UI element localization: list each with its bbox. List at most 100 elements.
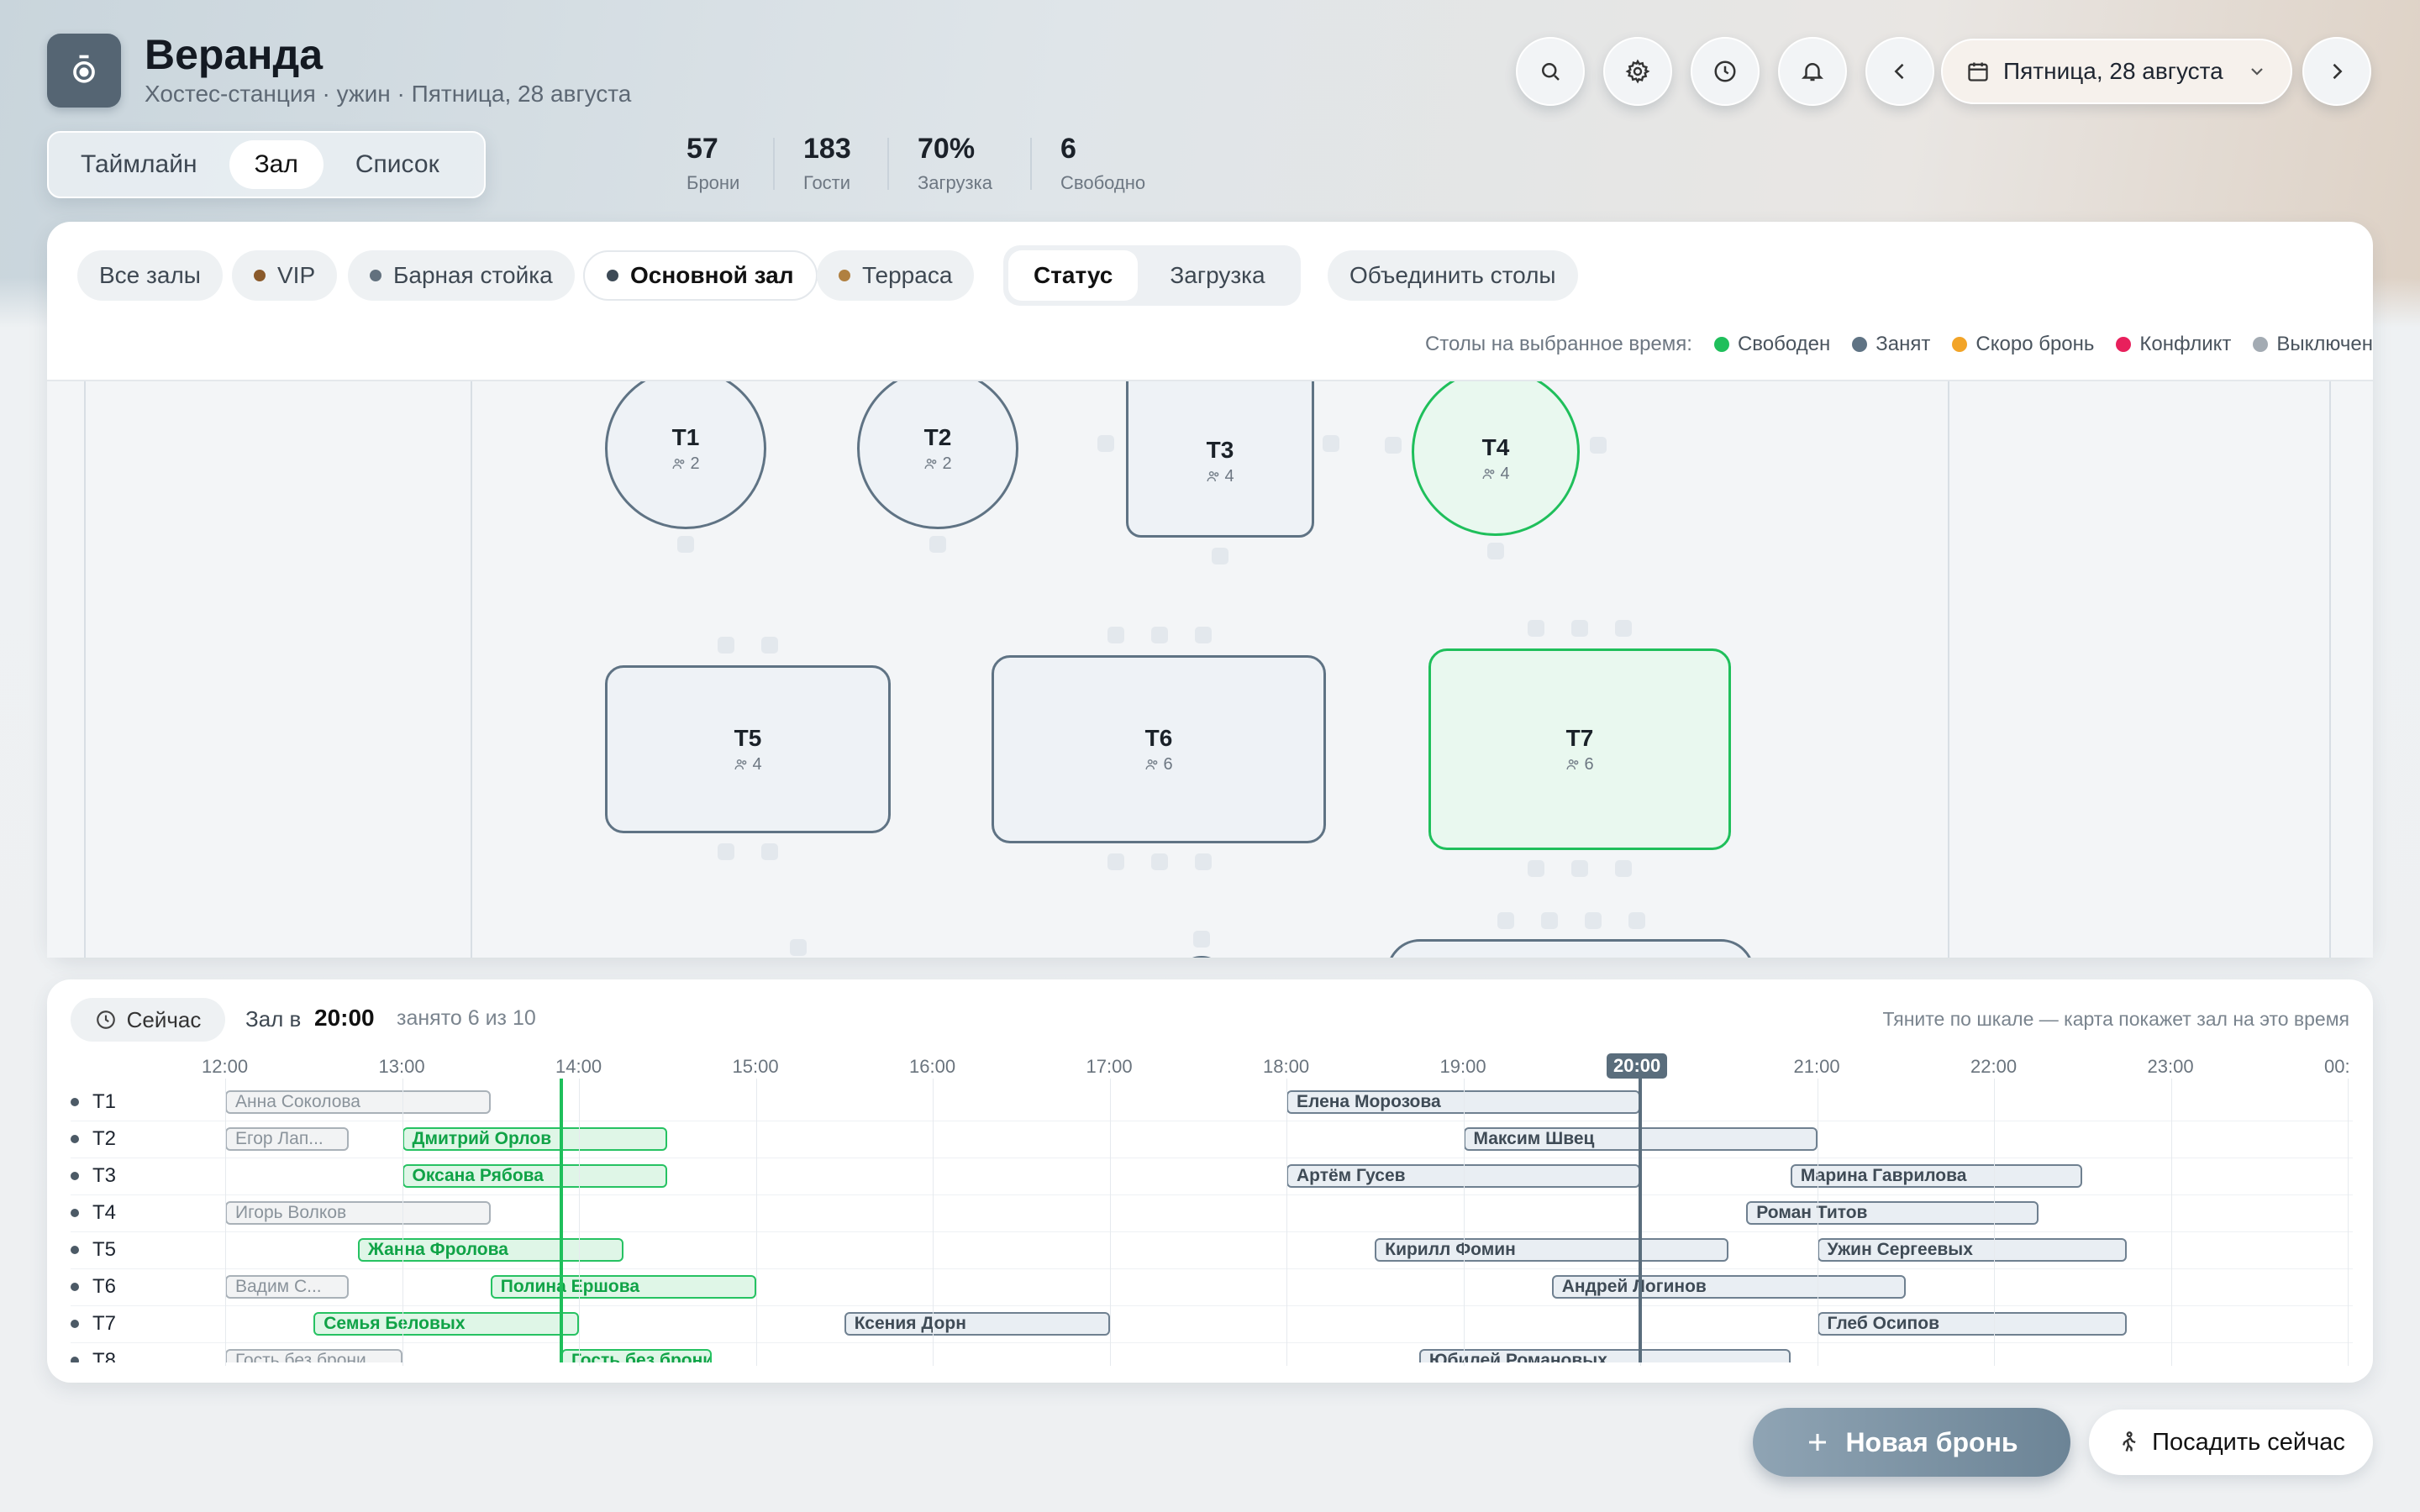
stat-value: 183 — [803, 133, 851, 165]
chip-vip[interactable]: VIP — [232, 250, 338, 301]
table-capacity: 2 — [923, 454, 952, 474]
capacity-value: 4 — [752, 754, 762, 774]
legend-dot — [2116, 337, 2132, 352]
table-name: T1 — [671, 423, 700, 450]
legend-label: Скоро бронь — [1975, 333, 2095, 355]
chevron-left-icon — [1894, 63, 1904, 80]
seat — [761, 637, 778, 654]
seat-now-button[interactable]: Посадить сейчас — [2089, 1410, 2373, 1475]
legend-label: Выключен — [2276, 333, 2373, 355]
hall-dot — [839, 270, 850, 281]
table-t2[interactable]: T2 2 — [857, 381, 1018, 529]
table-capacity: 4 — [1481, 465, 1510, 484]
seat — [1151, 627, 1168, 643]
seat — [790, 939, 807, 956]
bell-icon — [1801, 63, 1824, 81]
table-t6[interactable]: T6 6 — [992, 655, 1326, 843]
guests-icon — [672, 459, 685, 470]
hall-dot — [370, 270, 381, 281]
seat — [1528, 860, 1544, 877]
page-subtitle: Хостес-станция · ужин · Пятница, 28 авгу… — [145, 81, 632, 107]
guests-icon — [1482, 469, 1495, 480]
stat-label: Загрузка — [918, 172, 992, 193]
new-booking-label: Новая бронь — [1845, 1426, 2018, 1457]
legend-label: Конфликт — [2139, 333, 2232, 355]
notifications-button[interactable] — [1778, 37, 1847, 106]
seat — [1487, 543, 1504, 559]
seat — [1541, 912, 1558, 929]
status-legend: Столы на выбранное время: Свободен Занят… — [1425, 333, 2373, 356]
seat — [1107, 627, 1124, 643]
table-capacity: 6 — [1565, 755, 1594, 774]
wall-line — [84, 381, 86, 958]
seat — [1193, 931, 1210, 948]
table-capacity: 4 — [734, 754, 762, 774]
table-t5[interactable]: T5 4 — [605, 665, 891, 833]
legend-dot — [1952, 337, 1968, 352]
seat — [718, 637, 734, 654]
walk-icon — [2123, 1431, 2136, 1452]
chip-terrace[interactable]: Терраса — [817, 250, 975, 301]
legend-free: Свободен — [1713, 333, 1830, 356]
calendar-icon — [1968, 62, 1988, 81]
merge-tables-button[interactable]: Объединить столы — [1328, 250, 1578, 301]
table-t4[interactable]: T4 4 — [1412, 381, 1580, 536]
table-t7[interactable]: T7 6 — [1428, 648, 1731, 850]
prev-day-button[interactable] — [1865, 37, 1934, 106]
table-t8-partial[interactable] — [1386, 939, 1754, 958]
chevron-right-icon — [2333, 63, 2343, 80]
legend-busy: Занят — [1852, 333, 1930, 356]
settings-button[interactable] — [1603, 37, 1672, 106]
hall-at-label: Зал в — [245, 1006, 302, 1032]
plus-icon — [1809, 1434, 1827, 1451]
new-booking-button[interactable]: Новая бронь — [1753, 1408, 2070, 1477]
stat-value: 57 — [687, 133, 718, 165]
seat — [1385, 437, 1402, 454]
chip-label: Основной зал — [630, 262, 794, 288]
seat — [1497, 912, 1514, 929]
wall-line — [471, 381, 472, 958]
next-day-button[interactable] — [2302, 37, 2371, 106]
seat — [1097, 435, 1114, 452]
now-button[interactable]: Сейчас — [71, 998, 225, 1042]
tab-timeline[interactable]: Таймлайн — [55, 140, 223, 189]
mode-load[interactable]: Загрузка — [1144, 250, 1290, 301]
page-title: Веранда — [145, 31, 324, 78]
seat — [1107, 853, 1124, 870]
chip-main-hall[interactable]: Основной зал — [583, 250, 818, 301]
timeline-card — [47, 979, 2373, 1383]
chip-bar[interactable]: Барная стойка — [348, 250, 575, 301]
hall-dot — [254, 270, 266, 281]
guests-icon — [924, 459, 937, 470]
chip-label: Терраса — [862, 262, 953, 288]
table-t1[interactable]: T1 2 — [605, 381, 766, 529]
seat — [1212, 548, 1228, 564]
chip-label: Барная стойка — [393, 262, 553, 288]
seat — [1323, 435, 1339, 452]
table-name: T2 — [923, 423, 952, 450]
table-name: T4 — [1481, 433, 1510, 460]
mode-status[interactable]: Статус — [1008, 250, 1139, 301]
chevron-down-icon — [2251, 68, 2263, 76]
table-t3[interactable]: T3 4 — [1126, 381, 1314, 538]
search-button[interactable] — [1516, 37, 1585, 106]
merge-label: Объединить столы — [1349, 262, 1556, 288]
table-partial[interactable] — [1176, 956, 1227, 958]
history-button[interactable] — [1691, 37, 1760, 106]
date-picker[interactable]: Пятница, 28 августа — [1941, 39, 2292, 104]
seat — [1615, 620, 1632, 637]
seat — [761, 843, 778, 860]
seat — [1151, 853, 1168, 870]
stat-guests: 183 Гости — [803, 133, 851, 194]
capacity-value: 4 — [1224, 466, 1234, 486]
tab-list[interactable]: Список — [330, 140, 465, 189]
tab-hall[interactable]: Зал — [229, 140, 324, 189]
guests-icon — [1207, 471, 1219, 482]
seat — [929, 536, 946, 553]
seat — [1590, 437, 1607, 454]
divider — [887, 138, 889, 190]
capacity-value: 2 — [690, 454, 700, 473]
chip-all-halls[interactable]: Все залы — [77, 250, 223, 301]
legend-conflict: Конфликт — [2116, 333, 2231, 356]
view-tabs: Таймлайн Зал Список — [47, 131, 486, 198]
